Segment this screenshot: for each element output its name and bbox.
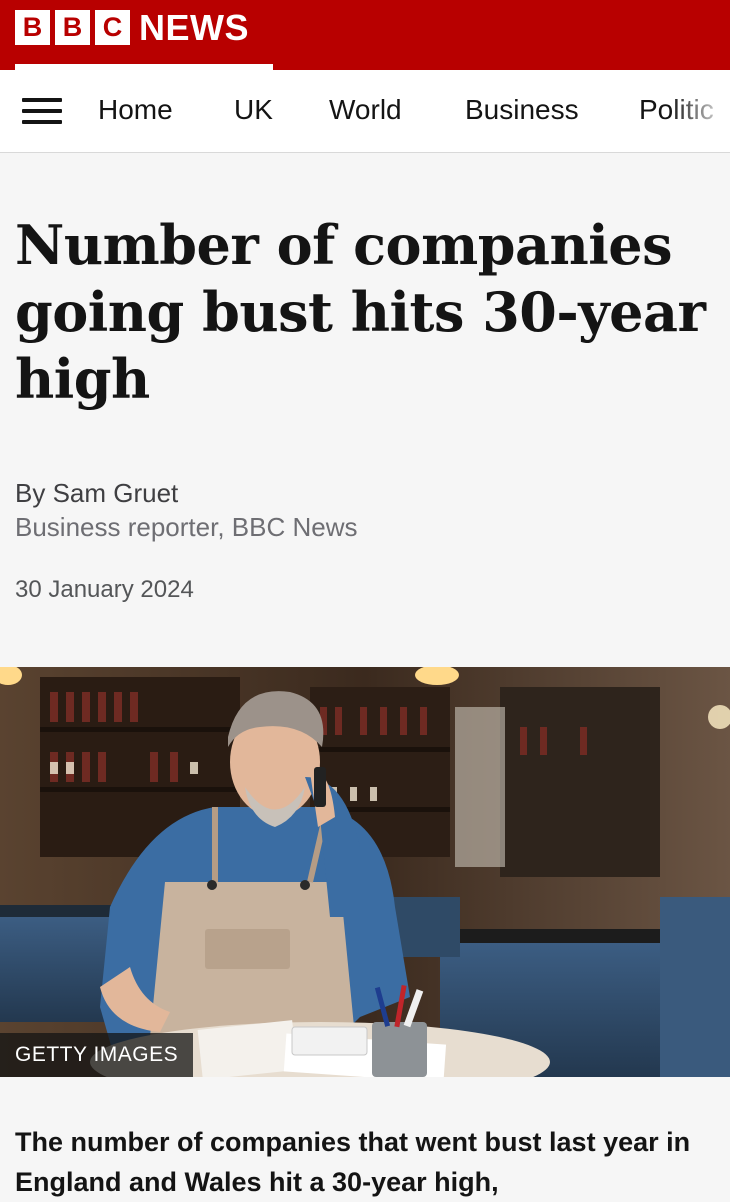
bar-owner-photo: [0, 667, 730, 1077]
hamburger-menu-icon[interactable]: [22, 98, 62, 124]
nav-item-home[interactable]: Home: [98, 94, 173, 126]
nav-item-world[interactable]: World: [329, 94, 402, 126]
nav-item-business[interactable]: Business: [465, 94, 579, 126]
section-nav: Home UK World Business Politic: [0, 70, 730, 153]
brand-header: B B C NEWS: [0, 0, 730, 70]
logo-letter-c: C: [95, 10, 130, 45]
article-headline: Number of companies going bust hits 30-y…: [15, 213, 706, 411]
logo-letter-b1: B: [15, 10, 50, 45]
logo-news-text: NEWS: [139, 7, 249, 48]
logo-letter-b2: B: [55, 10, 90, 45]
article-image: GETTY IMAGES: [0, 667, 730, 1077]
bbc-news-logo[interactable]: B B C NEWS: [15, 7, 249, 48]
image-credit: GETTY IMAGES: [0, 1033, 194, 1077]
publish-date: 30 January 2024: [15, 576, 194, 603]
nav-scroll-fade: [670, 70, 730, 152]
nav-item-uk[interactable]: UK: [234, 94, 273, 126]
author-role: Business reporter, BBC News: [15, 512, 358, 542]
author-name: By Sam Gruet: [15, 478, 179, 508]
article-lead: The number of companies that went bust l…: [15, 1127, 691, 1197]
